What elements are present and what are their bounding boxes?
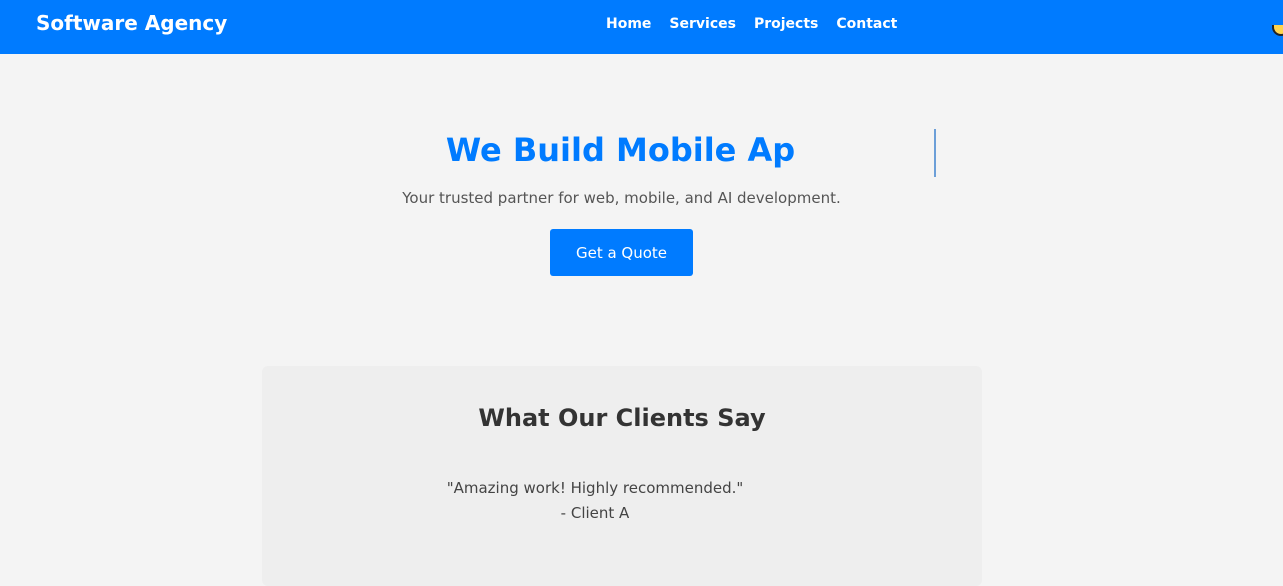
nav-link-projects[interactable]: Projects xyxy=(754,16,818,32)
nav-link-services[interactable]: Services xyxy=(669,16,736,32)
hero-subtitle: Your trusted partner for web, mobile, an… xyxy=(402,189,841,207)
nav-link-contact[interactable]: Contact xyxy=(836,16,897,32)
testimonial-author: - Client A xyxy=(560,504,630,522)
testimonials-title: What Our Clients Say xyxy=(478,404,766,432)
testimonials-section: What Our Clients Say "Amazing work! High… xyxy=(262,366,982,586)
typing-caret xyxy=(934,129,936,177)
testimonial-quote: "Amazing work! Highly recommended." xyxy=(446,479,744,497)
theme-toggle-icon[interactable] xyxy=(1272,25,1283,36)
nav-link-home[interactable]: Home xyxy=(606,16,651,32)
hero-title: We Build Mobile Ap xyxy=(445,131,796,169)
top-navbar: Software Agency Home Services Projects C… xyxy=(0,0,1283,54)
get-quote-button[interactable]: Get a Quote xyxy=(550,229,693,276)
brand-logo-text[interactable]: Software Agency xyxy=(36,11,227,35)
main-navigation: Home Services Projects Contact xyxy=(606,16,897,32)
